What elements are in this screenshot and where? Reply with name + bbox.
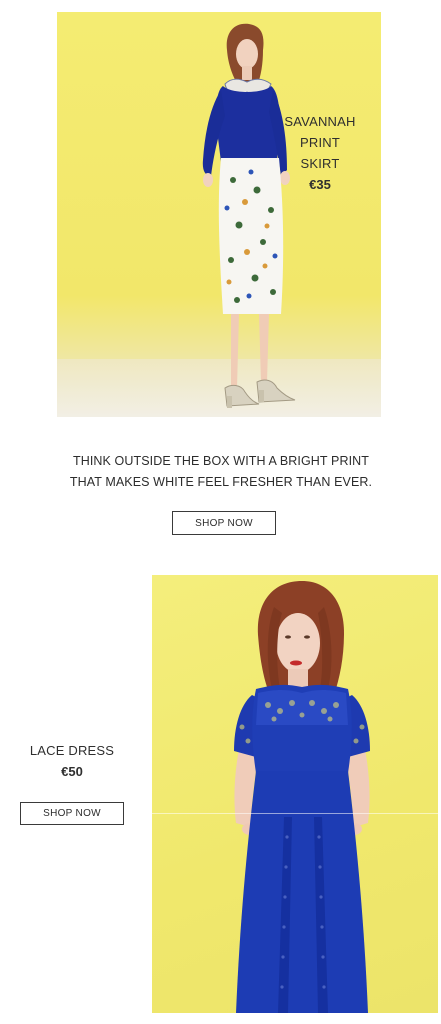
- product-price-1: €35: [309, 177, 331, 192]
- product-name-2: LACE DRESS: [29, 743, 115, 758]
- email-page: SAVANNAH PRINT SKIRT €35 THINK OUTSIDE T…: [0, 0, 441, 1024]
- shop-now-button-2[interactable]: SHOP NOW: [20, 802, 124, 825]
- lace-dress-image[interactable]: [152, 575, 438, 1013]
- product-price-2: €50: [61, 764, 83, 779]
- promo-line-2: THAT MAKES WHITE FEEL FRESHER THAN EVER.: [69, 475, 373, 489]
- product-name-line-1: SAVANNAH: [284, 114, 356, 129]
- product-caption-1: SAVANNAH PRINT SKIRT €35: [280, 111, 360, 195]
- promo-line-1: THINK OUTSIDE THE BOX WITH A BRIGHT PRIN…: [72, 454, 370, 468]
- model-figure-1: [202, 23, 296, 408]
- product-caption-2: LACE DRESS €50: [22, 740, 122, 782]
- model-figure-2: [234, 581, 370, 1013]
- savannah-print-skirt-image[interactable]: [57, 12, 381, 417]
- product-name-line-2: PRINT SKIRT: [300, 135, 340, 171]
- shop-now-button-1[interactable]: SHOP NOW: [172, 511, 276, 535]
- promo-text: THINK OUTSIDE THE BOX WITH A BRIGHT PRIN…: [40, 451, 402, 493]
